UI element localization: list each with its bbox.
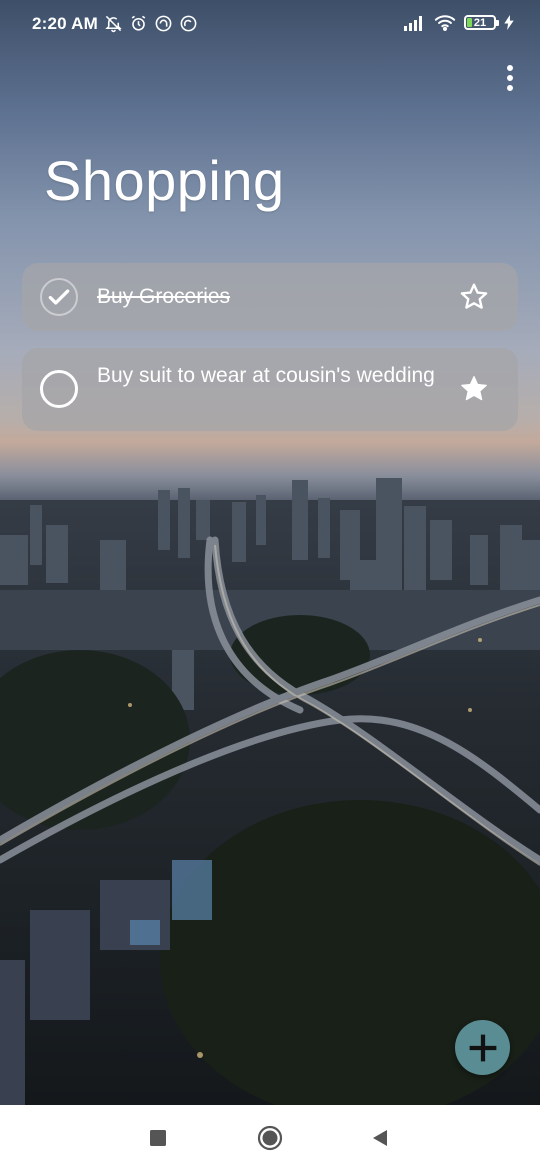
list-title: Shopping bbox=[44, 149, 285, 212]
square-icon bbox=[150, 1130, 166, 1146]
battery-icon: 21 bbox=[464, 15, 499, 30]
status-icons-right: 21 bbox=[404, 14, 514, 31]
task-complete-checkbox[interactable] bbox=[40, 278, 78, 316]
charging-icon bbox=[504, 15, 514, 30]
add-task-button[interactable] bbox=[455, 1020, 510, 1075]
more-vertical-icon[interactable] bbox=[494, 62, 526, 94]
vpn-icon bbox=[155, 15, 172, 32]
notifications-muted-icon bbox=[105, 15, 122, 33]
city-background-image bbox=[0, 478, 540, 1105]
app-screen: 2:20 AM 21 Shopping Buy Groceries Buy su… bbox=[0, 0, 540, 1105]
nav-recents-button[interactable] bbox=[145, 1125, 171, 1151]
task-complete-checkbox[interactable] bbox=[40, 370, 78, 408]
star-filled-icon[interactable] bbox=[458, 373, 490, 405]
task-item[interactable]: Buy suit to wear at cousin's wedding bbox=[22, 348, 518, 431]
wifi-icon bbox=[434, 15, 456, 31]
status-bar: 2:20 AM 21 bbox=[0, 0, 540, 48]
nav-home-button[interactable] bbox=[257, 1125, 283, 1151]
triangle-back-icon bbox=[373, 1130, 387, 1146]
star-outline-icon[interactable] bbox=[458, 281, 490, 313]
system-nav-bar bbox=[0, 1105, 540, 1170]
overflow-dot bbox=[507, 75, 513, 81]
alarm-icon bbox=[131, 15, 146, 31]
plus-icon bbox=[469, 1034, 496, 1061]
sync-icon bbox=[180, 15, 197, 32]
overflow-dot bbox=[507, 65, 513, 71]
battery-level: 21 bbox=[473, 17, 487, 29]
task-title: Buy suit to wear at cousin's wedding bbox=[97, 364, 435, 387]
task-title: Buy Groceries bbox=[97, 285, 231, 308]
overflow-dot bbox=[507, 85, 513, 91]
task-item[interactable]: Buy Groceries bbox=[22, 263, 518, 331]
battery-cap bbox=[496, 20, 499, 26]
signal-icon bbox=[404, 15, 422, 31]
nav-back-button[interactable] bbox=[367, 1125, 393, 1151]
check-icon bbox=[48, 289, 70, 305]
status-icons-left bbox=[104, 14, 198, 33]
circle-icon bbox=[257, 1125, 283, 1151]
status-time: 2:20 AM bbox=[32, 14, 98, 33]
